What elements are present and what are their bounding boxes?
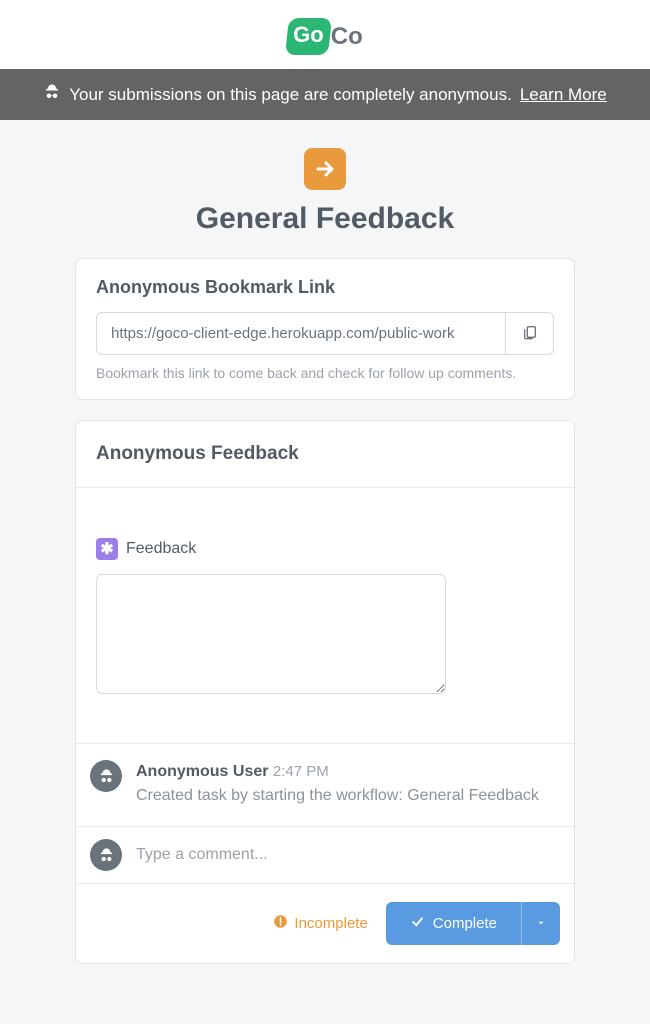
complete-dropdown-button[interactable] xyxy=(521,902,560,945)
activity-description: Created task by starting the workflow: G… xyxy=(136,784,539,808)
required-asterisk-icon: ✱ xyxy=(96,538,118,560)
comment-avatar-icon xyxy=(90,839,122,871)
feedback-card: Anonymous Feedback ✱ Feedback Anonymous … xyxy=(75,420,575,964)
chevron-down-icon xyxy=(536,916,546,931)
anonymous-banner: Your submissions on this page are comple… xyxy=(0,69,650,120)
comment-input[interactable] xyxy=(136,846,560,864)
bookmark-url-input[interactable] xyxy=(96,312,506,355)
header-logo: GoCo xyxy=(0,0,650,69)
anonymous-avatar-icon xyxy=(90,760,122,792)
activity-row: Anonymous User 2:47 PM Created task by s… xyxy=(76,744,574,827)
incomplete-status: Incomplete xyxy=(273,914,367,933)
page-title: General Feedback xyxy=(0,202,650,236)
activity-time: 2:47 PM xyxy=(273,763,329,780)
bookmark-card: Anonymous Bookmark Link Bookmark this li… xyxy=(75,258,575,400)
logo-badge: Go xyxy=(285,18,331,55)
copy-button[interactable] xyxy=(506,312,554,355)
feedback-field-label: Feedback xyxy=(126,540,196,558)
hero: General Feedback xyxy=(0,120,650,258)
check-icon xyxy=(410,914,425,933)
feedback-textarea[interactable] xyxy=(96,574,446,694)
warning-icon xyxy=(273,914,288,933)
banner-text: Your submissions on this page are comple… xyxy=(69,85,512,105)
arrow-right-icon xyxy=(304,148,346,190)
activity-user: Anonymous User xyxy=(136,763,268,780)
bookmark-help-text: Bookmark this link to come back and chec… xyxy=(96,365,554,381)
learn-more-link[interactable]: Learn More xyxy=(520,85,607,105)
complete-button[interactable]: Complete xyxy=(386,902,521,945)
incognito-icon xyxy=(43,83,61,106)
comment-row xyxy=(76,827,574,884)
feedback-section-title: Anonymous Feedback xyxy=(96,443,554,465)
logo-suffix: Co xyxy=(331,23,363,51)
bookmark-title: Anonymous Bookmark Link xyxy=(96,277,554,298)
footer-row: Incomplete Complete xyxy=(76,884,574,963)
clipboard-icon xyxy=(522,324,538,343)
